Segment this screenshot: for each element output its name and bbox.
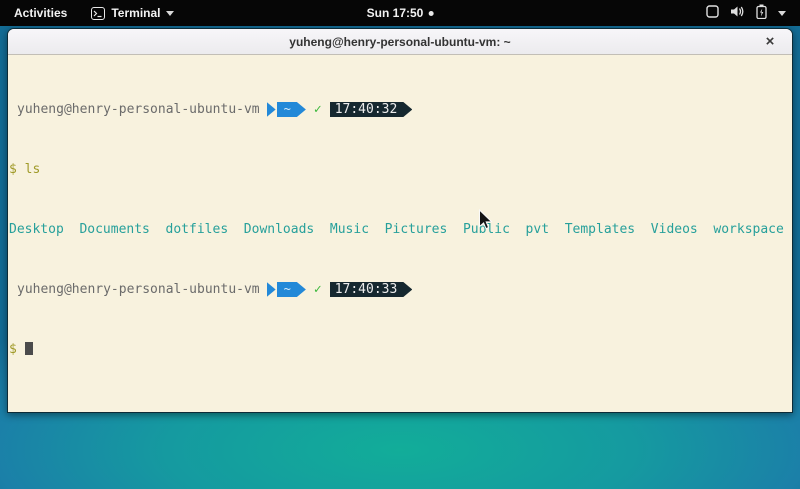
prompt-path-segment: ~ [277, 102, 306, 117]
prompt-symbol: $ [9, 162, 17, 177]
status-check-icon: ✓ [314, 282, 322, 297]
clock-label: Sun 17:50 [367, 6, 424, 20]
app-menu-terminal[interactable]: Terminal [81, 0, 184, 26]
ls-output: Desktop Documents dotfiles Downloads Mus… [9, 222, 784, 237]
powerline-arrow-icon [267, 282, 276, 297]
screen-icon [706, 5, 719, 21]
powerline-arrow-icon [267, 102, 276, 117]
close-button[interactable]: × [758, 29, 782, 54]
terminal-screen[interactable]: yuheng@henry-personal-ubuntu-vm ~ ✓ 17:4… [8, 55, 792, 412]
prompt-path-segment: ~ [277, 282, 306, 297]
text-cursor [25, 342, 33, 355]
window-title: yuheng@henry-personal-ubuntu-vm: ~ [289, 35, 510, 49]
prompt-line-2: yuheng@henry-personal-ubuntu-vm ~ ✓ 17:4… [9, 282, 792, 297]
chevron-down-icon [778, 11, 786, 16]
clock[interactable]: Sun 17:50 [367, 0, 434, 26]
gnome-top-bar: Activities Terminal Sun 17:50 [0, 0, 800, 26]
system-status-area[interactable] [698, 0, 794, 26]
spacer [17, 162, 25, 177]
prompt-line-1: yuheng@henry-personal-ubuntu-vm ~ ✓ 17:4… [9, 102, 792, 117]
spacer [17, 342, 25, 357]
terminal-app-icon [91, 7, 105, 20]
volume-icon [730, 5, 745, 21]
chevron-down-icon [166, 11, 174, 16]
prompt-time-segment: 17:40:32 [330, 102, 413, 117]
prompt-time-segment: 17:40:33 [330, 282, 413, 297]
prompt-symbol: $ [9, 342, 17, 357]
prompt-user-host: yuheng@henry-personal-ubuntu-vm [9, 282, 260, 297]
ls-output-line: Desktop Documents dotfiles Downloads Mus… [9, 222, 792, 237]
status-check-icon: ✓ [314, 102, 322, 117]
activities-button[interactable]: Activities [0, 0, 81, 26]
notification-dot [428, 11, 433, 16]
battery-charging-icon [756, 4, 767, 22]
prompt-user-host: yuheng@henry-personal-ubuntu-vm [9, 102, 260, 117]
typed-command: ls [25, 162, 41, 177]
terminal-window: yuheng@henry-personal-ubuntu-vm: ~ × yuh… [7, 28, 793, 413]
window-titlebar[interactable]: yuheng@henry-personal-ubuntu-vm: ~ × [8, 29, 792, 55]
input-line: $ [9, 342, 792, 357]
app-menu-label: Terminal [111, 6, 160, 20]
command-line: $ ls [9, 162, 792, 177]
